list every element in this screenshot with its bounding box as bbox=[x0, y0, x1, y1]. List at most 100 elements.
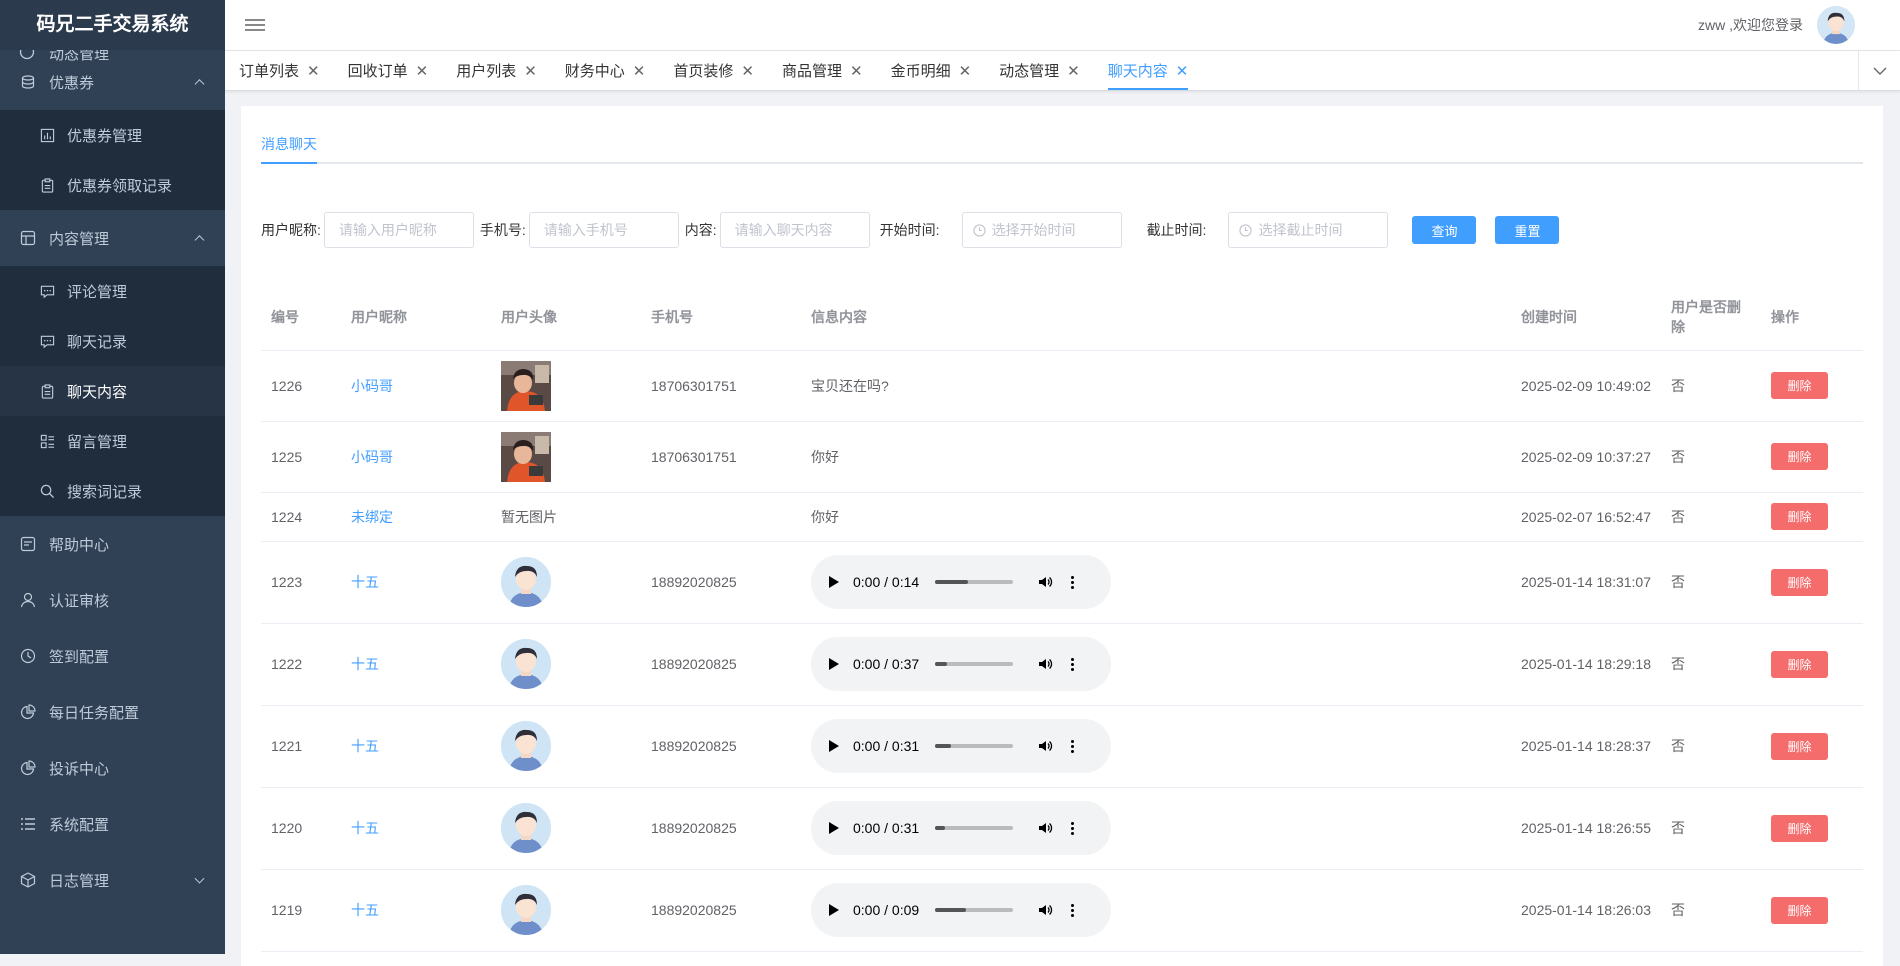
volume-icon[interactable] bbox=[1037, 820, 1053, 836]
delete-button[interactable]: 删除 bbox=[1771, 732, 1828, 760]
audio-player[interactable]: 0:00 / 0:31 bbox=[811, 719, 1111, 773]
tab-message-chat[interactable]: 消息聊天 bbox=[261, 134, 317, 164]
close-icon[interactable]: ✕ bbox=[850, 62, 863, 80]
sidebar-item[interactable]: 帮助中心 bbox=[0, 516, 225, 572]
audio-progress-slider[interactable] bbox=[935, 662, 1014, 666]
avatar-image[interactable] bbox=[501, 885, 551, 935]
close-icon[interactable]: ✕ bbox=[741, 62, 754, 80]
end-time-picker[interactable]: 选择截止时间 bbox=[1228, 212, 1389, 248]
sidebar-item[interactable]: 日志管理 bbox=[0, 852, 225, 908]
delete-button[interactable]: 删除 bbox=[1771, 372, 1828, 399]
close-icon[interactable]: ✕ bbox=[959, 62, 972, 80]
content-label: 内容: bbox=[684, 222, 717, 238]
user-avatar[interactable] bbox=[1817, 6, 1855, 44]
sidebar-item[interactable]: 每日任务配置 bbox=[0, 684, 225, 740]
volume-icon[interactable] bbox=[1037, 738, 1053, 754]
play-icon[interactable] bbox=[829, 904, 839, 916]
more-options-icon[interactable] bbox=[1071, 821, 1075, 835]
tag-item[interactable]: 首页装修 ✕ bbox=[659, 51, 768, 90]
nickname-input[interactable]: 请输入用户昵称 bbox=[323, 212, 474, 248]
more-options-icon[interactable] bbox=[1071, 575, 1075, 589]
cell-nickname-link[interactable]: 小码哥 bbox=[341, 421, 491, 493]
chevron-down-icon[interactable] bbox=[1858, 51, 1900, 91]
cell-nickname-link[interactable]: 十五 bbox=[341, 541, 491, 624]
delete-button[interactable]: 删除 bbox=[1771, 650, 1828, 678]
delete-button[interactable]: 删除 bbox=[1771, 814, 1828, 842]
close-icon[interactable]: ✕ bbox=[1176, 62, 1189, 80]
audio-progress-slider[interactable] bbox=[935, 908, 1014, 912]
volume-icon[interactable] bbox=[1037, 656, 1053, 672]
sidebar-item[interactable]: 认证审核 bbox=[0, 572, 225, 628]
content-input[interactable]: 请输入聊天内容 bbox=[719, 212, 870, 248]
cell-nickname-link[interactable]: 十五 bbox=[341, 623, 491, 706]
audio-player[interactable]: 0:00 / 0:14 bbox=[811, 555, 1111, 609]
sidebar-item-label: 留言管理 bbox=[67, 433, 128, 451]
sidebar-item[interactable]: 优惠券领取记录 bbox=[0, 160, 225, 210]
audio-player[interactable]: 0:00 / 0:09 bbox=[811, 883, 1111, 937]
sidebar-item[interactable]: 签到配置 bbox=[0, 628, 225, 684]
sidebar-item[interactable]: 聊天记录 bbox=[0, 316, 225, 366]
audio-progress-slider[interactable] bbox=[935, 826, 1014, 830]
delete-button[interactable]: 删除 bbox=[1771, 896, 1828, 924]
play-icon[interactable] bbox=[829, 576, 839, 588]
audio-progress-slider[interactable] bbox=[935, 744, 1014, 748]
play-icon[interactable] bbox=[829, 822, 839, 834]
play-icon[interactable] bbox=[829, 658, 839, 670]
close-icon[interactable]: ✕ bbox=[416, 62, 429, 80]
cell-id: 1225 bbox=[261, 421, 341, 493]
reset-button[interactable]: 重置 bbox=[1495, 216, 1560, 244]
cell-nickname-link[interactable]: 十五 bbox=[341, 787, 491, 870]
avatar-image[interactable] bbox=[501, 721, 551, 771]
cell-phone: 18892020825 bbox=[641, 787, 801, 870]
cell-phone: 18892020825 bbox=[641, 623, 801, 706]
play-icon[interactable] bbox=[829, 740, 839, 752]
avatar-image[interactable] bbox=[501, 360, 551, 411]
more-options-icon[interactable] bbox=[1071, 657, 1075, 671]
delete-button[interactable]: 删除 bbox=[1771, 443, 1828, 470]
sidebar-item[interactable]: 评论管理 bbox=[0, 266, 225, 316]
volume-icon[interactable] bbox=[1037, 574, 1053, 590]
audio-progress-slider[interactable] bbox=[935, 580, 1014, 584]
sidebar-item[interactable]: 投诉中心 bbox=[0, 740, 225, 796]
cell-nickname-link[interactable]: 十五 bbox=[341, 705, 491, 788]
tag-item[interactable]: 财务中心 ✕ bbox=[551, 51, 660, 90]
avatar-image[interactable] bbox=[501, 557, 551, 607]
avatar-image[interactable] bbox=[501, 803, 551, 853]
cell-nickname-link[interactable]: 小码哥 bbox=[341, 350, 491, 422]
sidebar-group[interactable]: 内容管理 bbox=[0, 210, 225, 266]
tag-item[interactable]: 商品管理 ✕ bbox=[768, 51, 877, 90]
close-icon[interactable]: ✕ bbox=[1067, 62, 1080, 80]
more-options-icon[interactable] bbox=[1071, 903, 1075, 917]
delete-button[interactable]: 删除 bbox=[1771, 568, 1828, 596]
sidebar-item[interactable]: 系统配置 bbox=[0, 796, 225, 852]
table-row: 1223 十五 18892020825 0:00 / 0:14 2025-01-14 1… bbox=[261, 541, 1863, 624]
phone-input[interactable]: 请输入手机号 bbox=[528, 212, 679, 248]
tag-item[interactable]: 订单列表 ✕ bbox=[225, 51, 334, 90]
audio-player[interactable]: 0:00 / 0:37 bbox=[811, 637, 1111, 691]
tag-item[interactable]: 回收订单 ✕ bbox=[334, 51, 443, 90]
avatar-image[interactable] bbox=[501, 639, 551, 689]
volume-icon[interactable] bbox=[1037, 902, 1053, 918]
close-icon[interactable]: ✕ bbox=[633, 62, 646, 80]
tag-item[interactable]: 金币明细 ✕ bbox=[877, 51, 986, 90]
hamburger-icon[interactable] bbox=[245, 15, 265, 35]
tag-item[interactable]: 用户列表 ✕ bbox=[442, 51, 551, 90]
cell-nickname-link[interactable]: 十五 bbox=[341, 869, 491, 952]
cell-nickname-link[interactable]: 未绑定 bbox=[341, 492, 491, 542]
sidebar-item[interactable]: 聊天内容 bbox=[0, 366, 225, 416]
close-icon[interactable]: ✕ bbox=[524, 62, 537, 80]
sidebar-item[interactable]: 优惠券管理 bbox=[0, 110, 225, 160]
user-info[interactable]: zww ,欢迎您登录 bbox=[1698, 6, 1855, 44]
start-time-picker[interactable]: 选择开始时间 bbox=[961, 212, 1122, 248]
sidebar-item[interactable]: 搜索词记录 bbox=[0, 466, 225, 516]
sidebar-item-label: 每日任务配置 bbox=[49, 704, 140, 722]
audio-player[interactable]: 0:00 / 0:31 bbox=[811, 801, 1111, 855]
tag-item[interactable]: 聊天内容 ✕ bbox=[1094, 51, 1203, 90]
query-button[interactable]: 查询 bbox=[1412, 216, 1477, 244]
more-options-icon[interactable] bbox=[1071, 739, 1075, 753]
tag-item[interactable]: 动态管理 ✕ bbox=[985, 51, 1094, 90]
close-icon[interactable]: ✕ bbox=[307, 62, 320, 80]
avatar-image[interactable] bbox=[501, 431, 551, 482]
delete-button[interactable]: 删除 bbox=[1771, 503, 1828, 530]
sidebar-item[interactable]: 留言管理 bbox=[0, 416, 225, 466]
